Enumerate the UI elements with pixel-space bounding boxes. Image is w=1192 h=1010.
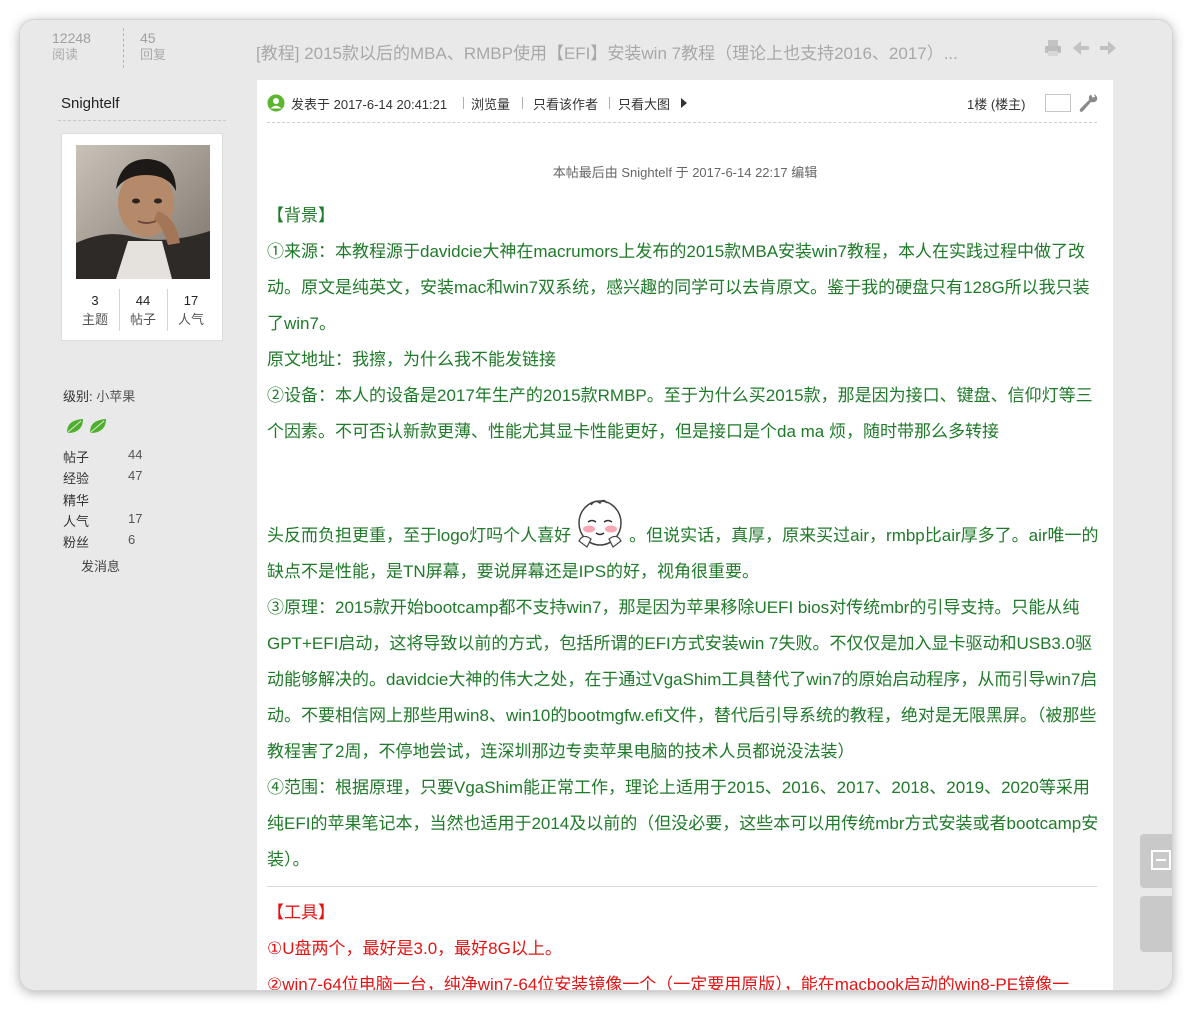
post-header-divider [267, 122, 1097, 123]
profile-stat-threads[interactable]: 3 主题 [71, 292, 119, 330]
stat-value: 17 [128, 511, 143, 526]
section-divider [267, 886, 1097, 887]
header-divider [609, 97, 610, 109]
author-level: 级别: 小苹果 [63, 386, 135, 405]
sidebar-divider [58, 120, 226, 121]
stat-value[interactable]: 6 [128, 532, 135, 547]
send-message-link[interactable]: 发消息 [81, 556, 120, 575]
author-profile-card: 3 主题 44 帖子 17 人气 [61, 133, 223, 341]
profile-stat-label: 人气 [177, 312, 204, 327]
stat-label: 精华 [63, 493, 90, 508]
views-count: 12248 [52, 30, 91, 46]
views-stat: 12248 阅读 [52, 30, 91, 64]
author-username[interactable]: Snightelf [61, 95, 119, 112]
tools-item-usb: ①U盘两个，最好是3.0，最好8G以上。 [267, 939, 562, 958]
level-label: 级别: [63, 389, 93, 404]
profile-stat-label: 主题 [81, 312, 108, 327]
replies-count: 45 [140, 30, 156, 46]
views-link[interactable]: 浏览量 [471, 94, 510, 113]
stat-fans: 粉丝 6 [63, 532, 135, 551]
floor-jump-input[interactable] [1045, 94, 1071, 112]
post-panel: 发表于 2017-6-14 20:41:21 浏览量 只看该作者 只看大图 1楼… [257, 80, 1113, 990]
profile-stat-value: 44 [135, 293, 151, 308]
header-divider [522, 97, 523, 109]
principle-paragraph: ③原理：2015款开始bootcamp都不支持win7，那是因为苹果移除UEFI… [267, 598, 1098, 761]
prev-thread-icon[interactable] [1071, 38, 1091, 58]
stat-divider [123, 28, 124, 68]
background-heading: 【背景】 [267, 206, 335, 225]
triangle-right-icon[interactable] [680, 98, 688, 108]
source-paragraph: ①来源：本教程源于davidcie大神在macrumors上发布的2015款MB… [267, 242, 1090, 333]
stat-label: 粉丝 [63, 535, 90, 550]
only-author-link[interactable]: 只看该作者 [533, 94, 598, 113]
post-header: 发表于 2017-6-14 20:41:21 浏览量 只看该作者 只看大图 1楼… [267, 92, 1099, 116]
reply-icon [1151, 850, 1171, 870]
stat-label: 人气 [63, 514, 90, 529]
online-status-icon [267, 94, 285, 112]
floor-number: 1楼 (楼主) [967, 97, 1026, 112]
tools-item-pc: ②win7-64位电脑一台，纯净win7-64位安装镜像一个（一定要用原版），能… [267, 975, 1070, 990]
stat-label: 经验 [63, 471, 90, 486]
level-leaf-icons [65, 416, 111, 441]
stat-value[interactable]: 44 [128, 447, 142, 462]
profile-stat-posts[interactable]: 44 帖子 [119, 292, 167, 330]
side-float-tab-back-to-top[interactable] [1140, 896, 1172, 952]
profile-stat-value: 17 [183, 293, 199, 308]
stat-posts: 帖子 44 [63, 447, 142, 466]
print-icon[interactable] [1043, 38, 1063, 58]
profile-stat-popularity[interactable]: 17 人气 [167, 292, 215, 330]
header-divider [463, 97, 464, 109]
shy-emoji-icon [573, 497, 627, 551]
wrench-icon[interactable] [1079, 92, 1099, 114]
thread-title[interactable]: [教程] 2015款以后的MBA、RMBP使用【EFI】安装win 7教程（理论… [256, 39, 1008, 64]
leaf-icon [67, 419, 106, 433]
thread-topbar: 12248 阅读 45 回复 [教程] 2015款以后的MBA、RMBP使用【E… [20, 20, 1172, 78]
original-link-paragraph: 原文地址：我擦，为什么我不能发链接 [267, 350, 556, 369]
profile-stat-label: 帖子 [129, 312, 156, 327]
stat-label: 帖子 [63, 450, 90, 465]
side-float-tab-quick-reply[interactable] [1140, 834, 1172, 888]
device-paragraph-part1: ②设备：本人的设备是2017年生产的2015款RMBP。至于为什么买2015款，… [267, 386, 1093, 441]
avatar[interactable] [76, 145, 210, 279]
device-paragraph-part2: 头反而负担更重，至于logo灯吗个人喜好 [267, 526, 572, 545]
browser-window: 12248 阅读 45 回复 [教程] 2015款以后的MBA、RMBP使用【E… [20, 20, 1172, 990]
level-value[interactable]: 小苹果 [96, 389, 135, 404]
next-thread-icon[interactable] [1098, 38, 1118, 58]
stat-digest: 精华 [63, 490, 89, 509]
device-paragraph: ②设备：本人的设备是2017年生产的2015款RMBP。至于为什么买2015款，… [267, 378, 1099, 590]
views-label: 阅读 [52, 47, 79, 62]
tools-heading: 【工具】 [267, 903, 335, 922]
stat-popularity: 人气 17 [63, 511, 142, 530]
post-date: 发表于 2017-6-14 20:41:21 [291, 97, 448, 112]
edit-note: 本帖最后由 Snightelf 于 2017-6-14 22:17 编辑 [552, 165, 818, 180]
profile-stat-value: 3 [91, 293, 99, 308]
post-body: 【背景】 ①来源：本教程源于davidcie大神在macrumors上发布的20… [267, 198, 1099, 990]
scope-paragraph: ④范围：根据原理，只要VgaShim能正常工作，理论上适用于2015、2016、… [267, 778, 1099, 869]
stat-value: 47 [128, 468, 143, 483]
large-image-link[interactable]: 只看大图 [618, 94, 670, 113]
stat-experience: 经验 47 [63, 468, 142, 487]
replies-label: 回复 [140, 47, 167, 62]
replies-stat: 45 回复 [140, 30, 166, 64]
